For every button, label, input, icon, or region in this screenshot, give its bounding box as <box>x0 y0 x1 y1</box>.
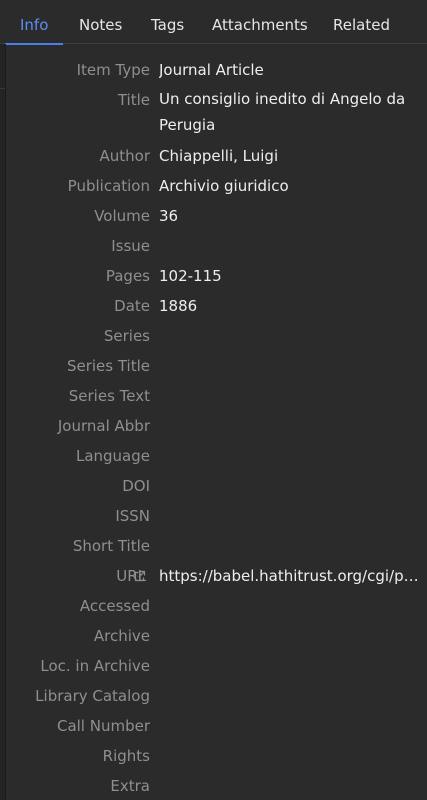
field-row-doi: DOI <box>6 461 427 495</box>
field-row-call-number: Call Number <box>6 701 427 735</box>
tab-tags[interactable]: Tags <box>151 0 184 44</box>
field-row-extra: Extra <box>6 761 427 795</box>
field-row-library-catalog: Library Catalog <box>6 671 427 705</box>
field-row-url: URL https://babel.hathitrust.org/cgi/pt.… <box>6 551 427 585</box>
field-row-publication: Publication Archivio giuridico <box>6 161 427 195</box>
field-label-title: Title <box>117 91 150 109</box>
field-row-issue: Issue <box>6 221 427 255</box>
field-row-item-type: Item Type Journal Article <box>6 45 427 79</box>
field-label-extra: Extra <box>110 777 150 795</box>
field-row-author: Author Chiappelli, Luigi <box>6 131 427 165</box>
tab-related[interactable]: Related <box>333 0 390 44</box>
field-row-volume: Volume 36 <box>6 191 427 225</box>
field-row-journal-abbr: Journal Abbr <box>6 401 427 435</box>
field-row-issn: ISSN <box>6 491 427 525</box>
tab-attachments[interactable]: Attachments <box>212 0 308 44</box>
field-row-language: Language <box>6 431 427 465</box>
item-pane: Info Notes Tags Attachments Related Item… <box>0 0 427 800</box>
field-row-short-title: Short Title <box>6 521 427 555</box>
field-row-title: Title Un consiglio inedito di Angelo da … <box>6 75 427 134</box>
field-row-loc-in-archive: Loc. in Archive <box>6 641 427 675</box>
tab-info[interactable]: Info <box>4 0 64 45</box>
field-row-series-text: Series Text <box>6 371 427 405</box>
tab-notes[interactable]: Notes <box>79 0 122 44</box>
field-row-accessed: Accessed <box>6 581 427 615</box>
field-row-rights: Rights <box>6 731 427 765</box>
field-row-series: Series <box>6 311 427 345</box>
field-row-archive: Archive <box>6 611 427 645</box>
field-row-pages: Pages 102-115 <box>6 251 427 285</box>
item-tabbar: Info Notes Tags Attachments Related <box>0 0 427 45</box>
field-row-series-title: Series Title <box>6 341 427 375</box>
field-row-date: Date 1886 <box>6 281 427 315</box>
